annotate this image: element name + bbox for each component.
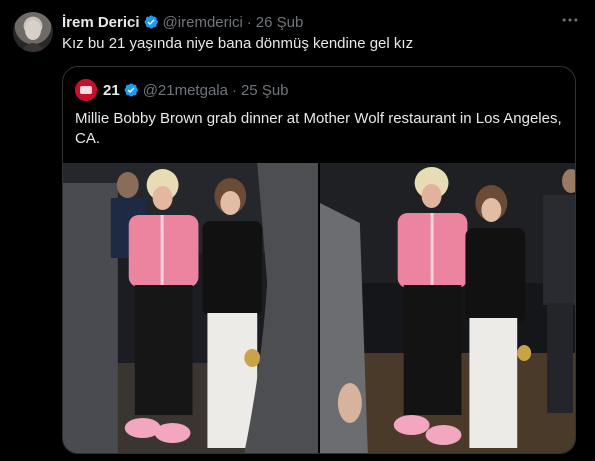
quoted-avatar-logo	[75, 79, 97, 101]
separator-dot: ·	[231, 81, 237, 99]
author-name[interactable]: İrem Derici	[62, 14, 140, 31]
separator-dot: ·	[246, 13, 252, 31]
quoted-author-handle[interactable]: @21metgala	[143, 82, 228, 99]
quoted-tweet-time[interactable]: 25 Şub	[241, 82, 289, 99]
tweet-time[interactable]: 26 Şub	[256, 14, 304, 31]
photo-2-image	[320, 163, 575, 453]
photo-1[interactable]	[63, 163, 318, 453]
tweet-text: Kız bu 21 yaşında niye bana dönmüş kendi…	[62, 35, 414, 52]
verified-icon	[124, 83, 138, 97]
avatar-image	[21, 20, 45, 52]
avatar[interactable]	[13, 12, 53, 52]
photo-1-image	[63, 163, 318, 453]
quoted-avatar[interactable]	[75, 79, 97, 101]
more-icon[interactable]	[560, 10, 580, 33]
tweet-header: İrem Derici @iremderici · 26 Şub	[62, 12, 303, 32]
quoted-tweet[interactable]: 21 @21metgala · 25 Şub Millie Bobby Brow…	[62, 66, 576, 454]
more-horizontal-icon	[562, 18, 578, 22]
quoted-tweet-text: Millie Bobby Brown grab dinner at Mother…	[75, 110, 562, 147]
quoted-author-name[interactable]: 21	[103, 82, 120, 99]
author-handle[interactable]: @iremderici	[163, 14, 243, 31]
quoted-tweet-header: 21 @21metgala · 25 Şub	[75, 79, 289, 101]
photo-grid	[63, 163, 575, 453]
photo-2[interactable]	[320, 163, 575, 453]
verified-icon	[144, 15, 158, 29]
